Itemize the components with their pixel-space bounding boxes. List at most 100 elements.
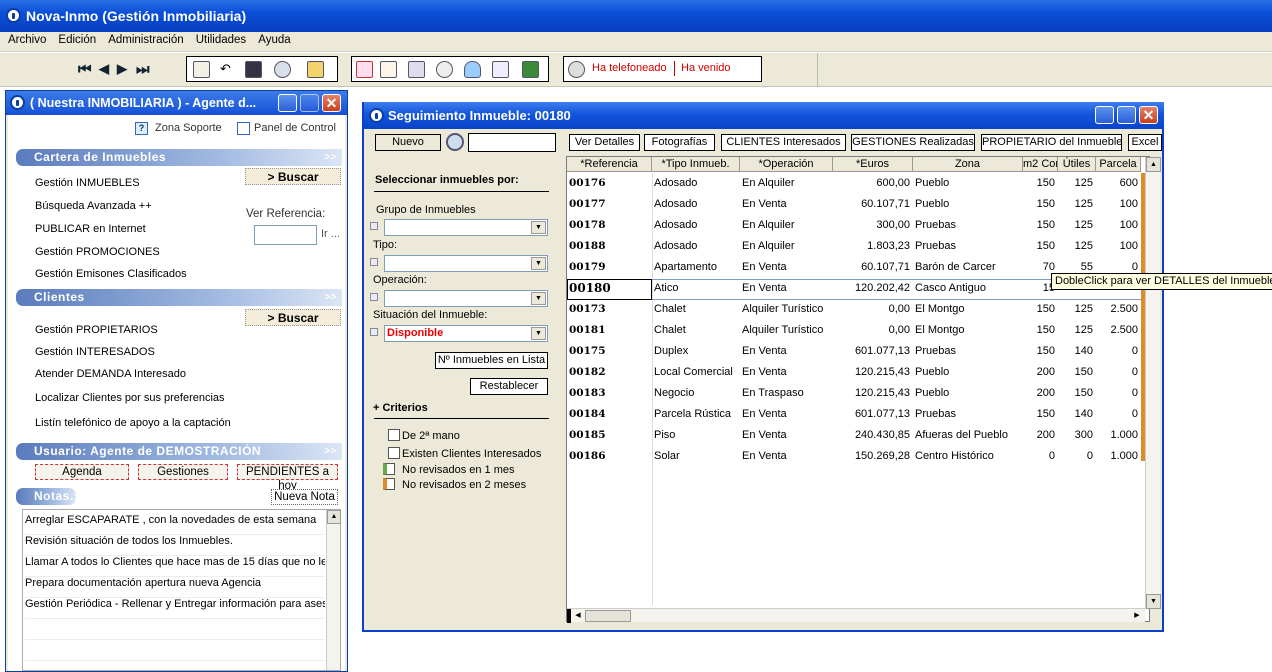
maximize-button[interactable] — [1117, 106, 1136, 124]
gestion-interesados-link[interactable]: Gestión INTERESADOS — [35, 346, 155, 358]
note-item[interactable]: Arreglar ESCAPARATE , con la novedades d… — [25, 514, 325, 535]
note-item[interactable]: Gestión Periódica - Rellenar y Entregar … — [25, 598, 325, 619]
tab-ver-detalles[interactable]: Ver Detalles — [569, 134, 640, 151]
table-row[interactable]: 00176 Adosado En Alquiler 600,00 Pueblo 150 12… — [567, 174, 1141, 195]
close-button[interactable]: ✕ — [1139, 106, 1158, 124]
clientes-expand-icon[interactable]: >> — [324, 289, 337, 306]
gestiones-button[interactable]: Gestiones — [138, 464, 228, 480]
col-header-operacion[interactable]: *Operación — [740, 157, 833, 172]
grid-horizontal-scrollbar[interactable]: ◀ ▶ — [567, 608, 1145, 623]
menu-administracion[interactable]: Administración — [104, 33, 188, 47]
col-header-tipo[interactable]: *Tipo Inmueb. — [652, 157, 740, 172]
situacion-select[interactable]: Disponible ▼ — [384, 325, 548, 342]
tools-icon[interactable] — [274, 61, 291, 78]
search-input[interactable] — [468, 133, 556, 152]
referencia-input[interactable] — [254, 225, 317, 245]
col-header-zona[interactable]: Zona — [913, 157, 1023, 172]
atender-demanda-link[interactable]: Atender DEMANDA Interesado — [35, 368, 186, 380]
table-row[interactable]: 00173 Chalet Alquiler Turístico 0,00 El Mont… — [567, 300, 1141, 321]
person-icon[interactable] — [408, 61, 425, 78]
cartera-section-header[interactable]: Cartera de Inmuebles >> — [16, 149, 342, 166]
first-record-icon[interactable]: ⏮ — [78, 61, 92, 78]
localizar-clientes-link[interactable]: Localizar Clientes por sus preferencias — [35, 392, 225, 404]
next-record-icon[interactable]: ▶ — [117, 61, 127, 77]
nuevo-button[interactable]: Nuevo — [375, 134, 441, 151]
table-row[interactable]: 00181 Chalet Alquiler Turístico 0,00 El Mont… — [567, 321, 1141, 342]
ha-telefoneado-button[interactable]: Ha telefoneado — [592, 62, 667, 74]
publicar-internet-link[interactable]: PUBLICAR en Internet — [35, 223, 146, 235]
buscar-clientes-button[interactable]: > Buscar — [245, 309, 341, 326]
grupo-select[interactable]: ▼ — [384, 219, 548, 236]
scroll-left-icon[interactable]: ◀ — [572, 610, 584, 622]
pendientes-button[interactable]: PENDIENTES a hoy — [237, 464, 338, 492]
prev-record-icon[interactable]: ◀ — [99, 61, 109, 77]
maximize-button[interactable] — [300, 94, 319, 112]
table-row[interactable]: 00184 Parcela Rústica En Venta 601.077,13 Pr… — [567, 405, 1141, 426]
cartera-expand-icon[interactable]: >> — [324, 149, 337, 166]
book-icon[interactable] — [436, 61, 453, 78]
collapse-icon[interactable] — [370, 222, 378, 230]
table-row[interactable]: 00188 Adosado En Alquiler 1.803,23 Pruebas 15… — [567, 237, 1141, 258]
menu-ayuda[interactable]: Ayuda — [254, 33, 295, 47]
buscar-inmuebles-button[interactable]: > Buscar — [245, 168, 341, 185]
edit-check-icon[interactable] — [380, 61, 397, 78]
ha-venido-button[interactable]: Ha venido — [681, 62, 731, 74]
col-header-parcela[interactable]: Parcela — [1096, 157, 1141, 172]
scroll-right-icon[interactable]: ▶ — [1131, 610, 1143, 622]
col-header-euros[interactable]: *Euros — [833, 157, 913, 172]
clientes-interesados-checkbox[interactable] — [388, 447, 400, 459]
close-button[interactable]: ✕ — [322, 94, 341, 112]
tab-propietario[interactable]: PROPIETARIO del Inmueble — [981, 134, 1122, 151]
table-row[interactable]: 00186 Solar En Venta 150.269,28 Centro Histó… — [567, 447, 1141, 468]
undo-icon[interactable]: ↶ — [220, 61, 237, 78]
nueva-nota-button[interactable]: Nueva Nota — [271, 489, 338, 505]
collapse-icon[interactable] — [370, 293, 378, 301]
zona-soporte-link[interactable]: Zona Soporte — [155, 122, 222, 134]
gestion-promociones-link[interactable]: Gestión PROMOCIONES — [35, 246, 160, 258]
table-row[interactable]: 00177 Adosado En Venta 60.107,71 Pueblo 150 12… — [567, 195, 1141, 216]
collapse-icon[interactable] — [370, 328, 378, 336]
document-icon[interactable] — [492, 61, 509, 78]
last-record-icon[interactable]: ⏭ — [136, 61, 150, 78]
col-header-utiles[interactable]: Útiles — [1058, 157, 1096, 172]
grid-vertical-scrollbar[interactable]: ▲ ▼ — [1145, 157, 1161, 609]
scroll-thumb[interactable] — [585, 610, 631, 622]
tab-fotografias[interactable]: Fotografías — [644, 134, 715, 151]
gestion-inmuebles-link[interactable]: Gestión INMUEBLES — [35, 177, 140, 189]
table-row[interactable]: 00182 Local Comercial En Venta 120.215,43 Pu… — [567, 363, 1141, 384]
menu-utilidades[interactable]: Utilidades — [192, 33, 252, 47]
note-item[interactable]: Prepara documentación apertura nueva Age… — [25, 577, 325, 598]
new-document-icon[interactable] — [193, 61, 210, 78]
gestion-emisones-link[interactable]: Gestión Emisones Clasificados — [35, 268, 187, 280]
col-header-m2[interactable]: m2 Con — [1023, 157, 1058, 172]
tab-gestiones-realizadas[interactable]: GESTIONES Realizadas — [851, 134, 975, 151]
notes-scrollbar[interactable]: ▲ — [326, 510, 341, 670]
col-header-referencia[interactable]: *Referencia — [567, 157, 652, 172]
count-button[interactable]: Nº Inmuebles en Lista — [435, 352, 548, 369]
search-icon[interactable] — [446, 133, 464, 151]
table-row[interactable]: 00183 Negocio En Traspaso 120.215,43 Pueblo 2… — [567, 384, 1141, 405]
ir-button[interactable]: Ir ... — [321, 228, 340, 240]
restablecer-button[interactable]: Restablecer — [470, 378, 548, 395]
menu-edicion[interactable]: Edición — [54, 33, 101, 47]
no-revisados-2-meses-checkbox[interactable] — [383, 478, 395, 490]
save-icon[interactable] — [245, 61, 262, 78]
operacion-select[interactable]: ▼ — [384, 290, 548, 307]
tab-excel[interactable]: Excel — [1128, 134, 1162, 151]
clientes-section-header[interactable]: Clientes >> — [16, 289, 342, 306]
minimize-button[interactable] — [1095, 106, 1114, 124]
criterios-toggle[interactable]: + Criterios — [373, 402, 428, 414]
usuario-expand-icon[interactable]: >> — [324, 443, 337, 460]
tipo-select[interactable]: ▼ — [384, 255, 548, 272]
minimize-button[interactable] — [278, 94, 297, 112]
collapse-icon[interactable] — [370, 258, 378, 266]
note-item[interactable]: Revisión situación de todos los Inmueble… — [25, 535, 325, 556]
table-row[interactable]: 00178 Adosado En Alquiler 300,00 Pruebas 150 1… — [567, 216, 1141, 237]
agenda-button[interactable]: Agenda — [35, 464, 129, 480]
note-item[interactable]: Llamar A todos lo Clientes que hace mas … — [25, 556, 325, 577]
de-segunda-mano-checkbox[interactable] — [388, 429, 400, 441]
bottle-icon[interactable] — [464, 61, 481, 78]
busqueda-avanzada-link[interactable]: Búsqueda Avanzada ++ — [35, 200, 152, 212]
no-revisados-1-mes-checkbox[interactable] — [383, 463, 395, 475]
listin-telefonico-link[interactable]: Listín telefónico de apoyo a la captació… — [35, 417, 231, 429]
